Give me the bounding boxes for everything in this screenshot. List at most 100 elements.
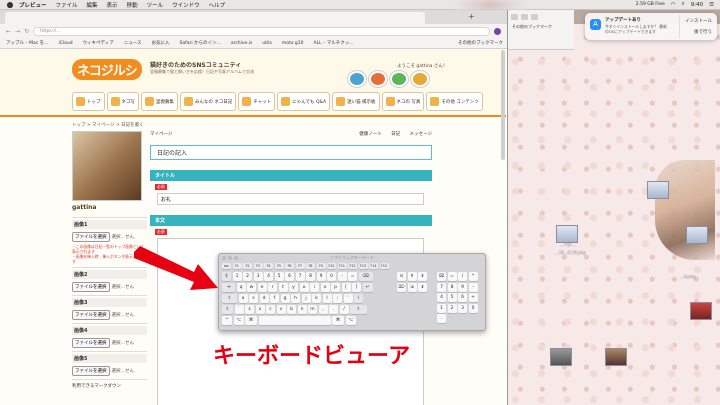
keyboard-key[interactable]: 2 bbox=[447, 303, 457, 313]
keyboard-key[interactable]: ] bbox=[352, 283, 361, 292]
keyboard-key[interactable]: ⇧ bbox=[222, 305, 233, 314]
keyboard-key[interactable]: F13 bbox=[358, 263, 368, 269]
keyboard-key[interactable]: F15 bbox=[379, 263, 389, 269]
keyboard-key[interactable]: 7 bbox=[437, 282, 446, 292]
keyboard-key[interactable]: ⇪ bbox=[222, 294, 237, 303]
install-button[interactable]: インストール bbox=[685, 18, 712, 24]
bookmark-item[interactable]: Safari からのイン... bbox=[180, 40, 221, 46]
bookmark-item[interactable]: archive.is bbox=[231, 41, 253, 46]
keyboard-key[interactable]: 5 bbox=[274, 272, 284, 281]
keyboard-key[interactable]: ↵ bbox=[362, 283, 373, 292]
keyboard-key[interactable]: / bbox=[458, 272, 467, 281]
nav-top[interactable]: トップ bbox=[72, 92, 105, 111]
keyboard-key[interactable]: 1 bbox=[232, 272, 242, 281]
nav-qa[interactable]: にゃんでも Q&A bbox=[277, 92, 331, 111]
keyboard-key[interactable]: + bbox=[468, 293, 478, 302]
menu-item-tools[interactable]: ツール bbox=[147, 1, 164, 9]
nav-adoption[interactable]: 里親募集 bbox=[140, 92, 178, 111]
keyboard-key[interactable]: x bbox=[255, 305, 265, 314]
keyboard-key[interactable]: k bbox=[312, 294, 321, 303]
keyboard-key[interactable]: F8 bbox=[306, 263, 315, 269]
keyboard-key[interactable]: 6 bbox=[458, 293, 467, 302]
keyboard-key[interactable]: y bbox=[289, 283, 298, 292]
choose-file-button[interactable]: ファイルを選択 bbox=[72, 310, 110, 320]
keyboard-key[interactable]: z bbox=[245, 305, 254, 314]
keyboard-key[interactable]: t bbox=[278, 283, 288, 292]
keyboard-key[interactable]: § bbox=[222, 272, 231, 281]
notification-center-icon[interactable]: ☰ bbox=[709, 2, 714, 8]
keyboard-key[interactable]: 0 bbox=[327, 272, 336, 281]
menu-item-help[interactable]: ヘルプ bbox=[209, 1, 226, 9]
keyboard-key[interactable]: 2 bbox=[243, 272, 252, 281]
apple-icon[interactable] bbox=[7, 1, 13, 8]
keyboard-key[interactable]: ⇧ bbox=[350, 305, 367, 314]
mail-icon[interactable] bbox=[390, 71, 408, 87]
avatar[interactable] bbox=[72, 131, 142, 201]
keyboard-key[interactable]: l bbox=[322, 294, 332, 303]
nav-diary[interactable]: みんなの ネコ日記 bbox=[179, 92, 237, 111]
settings-icon[interactable] bbox=[411, 71, 429, 87]
minimize-icon[interactable] bbox=[228, 256, 232, 260]
choose-file-button[interactable]: ファイルを選択 bbox=[72, 366, 110, 376]
keyboard-key[interactable]: 9 bbox=[458, 282, 467, 292]
menu-item-go[interactable]: 移動 bbox=[127, 1, 138, 9]
keyboard-key[interactable]: - bbox=[468, 282, 478, 292]
keyboard-key[interactable]: . bbox=[437, 314, 446, 323]
keyboard-key[interactable]: 7 bbox=[295, 272, 305, 281]
keyboard-key[interactable]: F1 bbox=[232, 263, 242, 269]
keyboard-key[interactable]: 8 bbox=[306, 272, 315, 281]
bookmark-item[interactable]: utils bbox=[262, 41, 271, 46]
desktop-file-icon[interactable] bbox=[550, 348, 572, 366]
markdown-help-link[interactable]: 利用できるマークダウン bbox=[72, 379, 147, 389]
choose-file-button[interactable]: ファイルを選択 bbox=[72, 232, 110, 242]
desktop-file-icon[interactable] bbox=[690, 302, 712, 320]
nav-chat[interactable]: チャット bbox=[238, 92, 276, 111]
clock[interactable]: 9:40 bbox=[691, 2, 703, 8]
keyboard-key[interactable]: \ bbox=[354, 294, 363, 303]
keyboard-key[interactable]: F10 bbox=[327, 263, 336, 269]
keyboard-key[interactable]: 3 bbox=[458, 303, 467, 313]
desktop-file-icon[interactable] bbox=[647, 181, 669, 199]
search-icon[interactable]: ⌕ bbox=[682, 1, 685, 8]
nav-lost-cat[interactable]: 迷い猫 掲示板 bbox=[332, 92, 380, 111]
keyboard-key[interactable]: F9 bbox=[316, 263, 326, 269]
profile-icon[interactable] bbox=[494, 27, 501, 35]
keyboard-key[interactable]: [ bbox=[341, 283, 351, 292]
keyboard-key[interactable]: 9 bbox=[316, 272, 326, 281]
toolbar-icon[interactable] bbox=[521, 14, 528, 20]
scrollbar[interactable] bbox=[501, 50, 505, 160]
keyboard-key[interactable]: F12 bbox=[348, 263, 357, 269]
later-button[interactable]: 後で行う bbox=[694, 29, 712, 35]
nav-other[interactable]: その他 コンテンツ bbox=[426, 92, 483, 111]
keyboard-key[interactable]: r bbox=[268, 283, 277, 292]
keyboard-key[interactable]: F7 bbox=[295, 263, 305, 269]
toolbar-icon[interactable] bbox=[511, 14, 518, 20]
title-input[interactable]: お礼 bbox=[157, 193, 424, 205]
message-link[interactable]: メッセージ bbox=[410, 132, 432, 137]
keyboard-key[interactable]: 3 bbox=[253, 272, 263, 281]
keyboard-key[interactable]: 5 bbox=[447, 293, 457, 302]
site-logo[interactable]: ネコジルシ bbox=[72, 59, 142, 80]
keyboard-key[interactable]: f bbox=[270, 294, 279, 303]
home-icon[interactable] bbox=[369, 71, 387, 87]
keyboard-key[interactable]: ⌧ bbox=[437, 272, 446, 281]
other-bookmarks[interactable]: その他のブックマーク bbox=[458, 40, 507, 46]
keyboard-key[interactable]: = bbox=[447, 272, 457, 281]
keyboard-key[interactable]: ; bbox=[333, 294, 342, 303]
keyboard-key[interactable]: ⌥ bbox=[233, 316, 244, 325]
keyboard-key[interactable]: ⇞ bbox=[407, 272, 417, 281]
keyboard-key[interactable]: 1 bbox=[437, 303, 446, 313]
reload-icon[interactable]: ↻ bbox=[24, 28, 29, 35]
keyboard-key[interactable]: ' bbox=[343, 294, 353, 303]
notice-icon[interactable] bbox=[348, 71, 366, 87]
keyboard-key[interactable]: c bbox=[266, 305, 275, 314]
keyboard-key[interactable]: a bbox=[238, 294, 248, 303]
keyboard-key[interactable]: n bbox=[297, 305, 307, 314]
keyboard-key[interactable]: ⇟ bbox=[418, 282, 427, 292]
keyboard-key[interactable]: p bbox=[331, 283, 340, 292]
secondary-bookmarks[interactable]: その他のブックマーク bbox=[508, 24, 574, 30]
username[interactable]: gattina bbox=[72, 204, 147, 211]
keyboard-key[interactable]: v bbox=[276, 305, 286, 314]
desktop-file-icon[interactable] bbox=[686, 226, 708, 244]
keyboard-key[interactable]: ⊙ bbox=[397, 272, 406, 281]
